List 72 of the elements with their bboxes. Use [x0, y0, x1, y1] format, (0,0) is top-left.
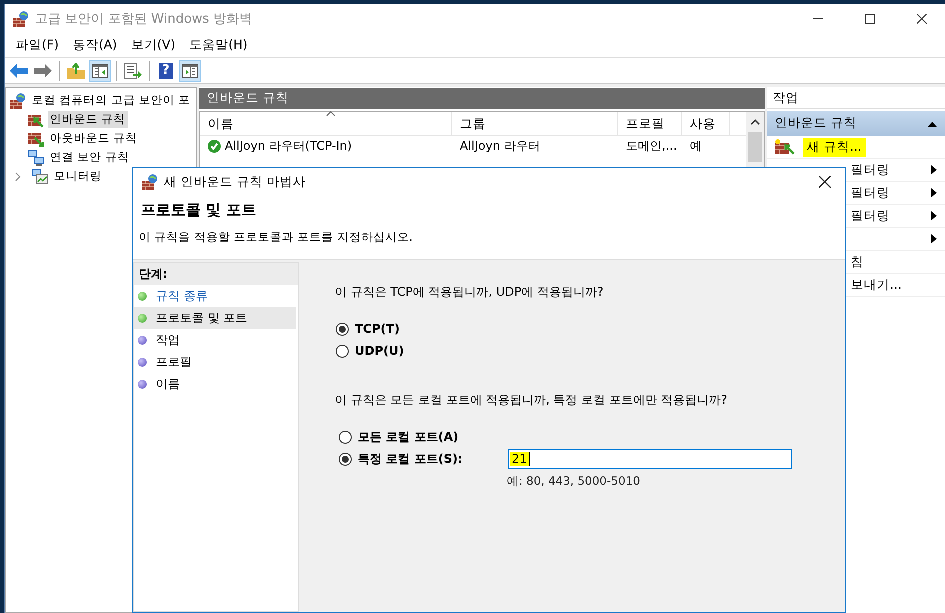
table-cell: 도메인,... [626, 138, 678, 154]
radio-button[interactable] [336, 344, 349, 358]
action-item[interactable]: 필터링 [847, 206, 894, 226]
radio-button[interactable] [339, 452, 352, 466]
action-item[interactable]: 필터링 [847, 160, 894, 180]
console-tree-icon[interactable] [92, 64, 108, 78]
column-header[interactable]: 프로필 [618, 112, 682, 135]
wall-arrow-icon [28, 130, 44, 146]
question-text: 이 규칙은 TCP에 적용됩니까, UDP에 적용됩니까? [335, 284, 605, 301]
menu-item[interactable]: 파일(F) [11, 34, 64, 56]
action-item[interactable]: 필터링 [847, 184, 894, 202]
firewall-globe-icon [13, 10, 29, 26]
section-header[interactable]: 인바운드 규칙 [767, 111, 945, 136]
radio-label[interactable]: 모든 로컬 포트(A) [358, 428, 459, 446]
hint-text: 예: 80, 443, 5000-5010 [507, 474, 642, 489]
firewall-globe-icon [142, 174, 158, 190]
pane-title: 인바운드 규칙 [199, 88, 765, 109]
action-item[interactable]: 침 [847, 252, 868, 272]
window-title: 고급 보안이 포함된 Windows 방화벽 [35, 10, 254, 28]
radio-label[interactable]: UDP(U) [355, 344, 404, 358]
action-pane-icon[interactable] [182, 64, 198, 78]
wall-arrow-icon [775, 139, 795, 155]
step-item[interactable]: 프로토콜 및 포트 [134, 307, 296, 329]
computers-icon [28, 150, 44, 166]
collapse-icon[interactable] [928, 120, 937, 126]
step-label: 프로토콜 및 포트 [156, 310, 248, 326]
action-item[interactable]: 새 규칙... [803, 138, 866, 156]
column-header[interactable]: 이름 [200, 112, 452, 135]
step-label: 작업 [156, 332, 180, 348]
table-cell: AllJoyn 라우터(TCP-In) [225, 138, 352, 154]
radio-button[interactable] [339, 430, 352, 444]
back-arrow-icon[interactable] [10, 64, 28, 78]
scrollbar-thumb[interactable] [748, 132, 762, 162]
column-header[interactable]: 사용 [682, 112, 730, 135]
steps-title: 단계: [134, 263, 298, 285]
action-item[interactable]: 보내기... [847, 276, 906, 294]
help-icon[interactable]: ? [159, 62, 173, 78]
step-link[interactable]: 규칙 종류 [156, 288, 208, 304]
pane-title: 작업 [767, 88, 945, 109]
radio-button[interactable] [336, 322, 349, 336]
tree-item[interactable]: 모니터링 [52, 168, 104, 185]
forward-arrow-icon[interactable] [34, 64, 52, 78]
tree-item[interactable]: 로컬 컴퓨터의 고급 보안이 포 [30, 92, 193, 109]
tree-item[interactable]: 연결 보안 규칙 [48, 149, 132, 166]
tree-item[interactable]: 아웃바운드 규칙 [48, 130, 140, 147]
page-heading: 프로토콜 및 포트 [140, 201, 258, 220]
step-label: 이름 [156, 376, 180, 392]
expand-icon[interactable] [14, 172, 22, 182]
section-title: 인바운드 규칙 [775, 115, 857, 132]
menu-item[interactable]: 보기(V) [126, 34, 181, 56]
radio-label[interactable]: TCP(T) [355, 322, 400, 336]
menu-item[interactable]: 동작(A) [68, 34, 122, 56]
tree-item[interactable]: 인바운드 규칙 [48, 111, 128, 128]
column-header[interactable]: 그룹 [452, 112, 618, 135]
toolbar-button[interactable] [89, 60, 111, 82]
step-label: 프로필 [156, 354, 192, 370]
close-icon [917, 14, 927, 24]
firewall-globe-icon [10, 92, 26, 108]
toolbar-button[interactable] [179, 60, 201, 82]
table-cell: AllJoyn 라우터 [460, 138, 540, 154]
maximize-icon [865, 14, 875, 24]
table-cell: 예 [690, 138, 702, 154]
page-description: 이 규칙을 적용할 프로토콜과 포트를 지정하십시오. [139, 230, 414, 245]
scroll-up-icon[interactable] [750, 119, 760, 125]
dialog-title: 새 인바운드 규칙 마법사 [164, 174, 307, 190]
port-input-field[interactable]: 21 [508, 449, 792, 469]
question-text: 이 규칙은 모든 로컬 포트에 적용됩니까, 특정 로컬 포트에만 적용됩니까? [335, 392, 729, 409]
close-icon [819, 176, 831, 188]
radio-label[interactable]: 특정 로컬 포트(S): [358, 450, 502, 468]
menu-item[interactable]: 도움말(H) [184, 34, 253, 56]
toolbar-button[interactable]: ? [155, 60, 177, 82]
monitor-chart-icon [32, 168, 48, 184]
